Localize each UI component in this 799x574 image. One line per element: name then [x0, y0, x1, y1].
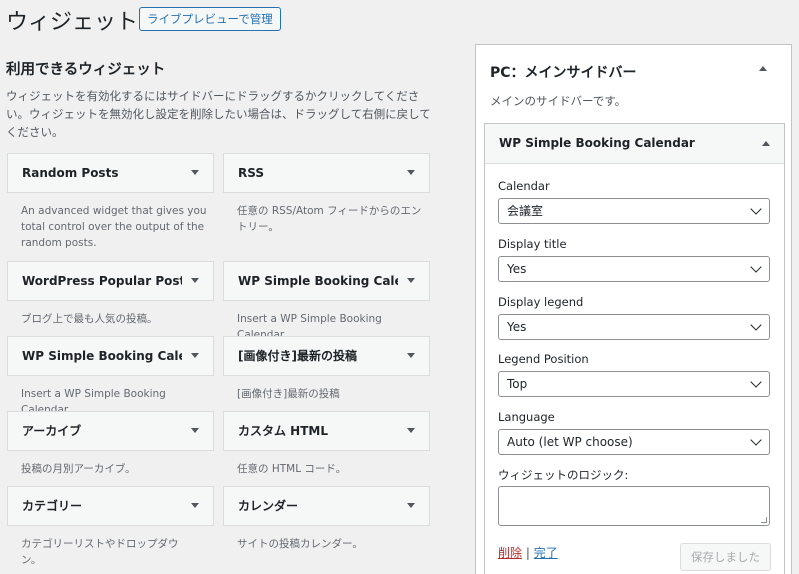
widget-description: An advanced widget that gives you total … [21, 205, 207, 249]
chevron-down-icon [750, 261, 762, 273]
display-title-select-value: Yes [507, 262, 527, 276]
link-separator: | [525, 546, 530, 560]
widget-description: カテゴリーリストやドロップダウン。 [21, 538, 179, 566]
language-label: Language [498, 410, 555, 424]
legend-position-select-value: Top [507, 377, 528, 391]
widget-recent-posts-with-image[interactable]: [画像付き]最新の投稿 [223, 336, 430, 376]
caret-down-icon[interactable] [407, 428, 415, 433]
saved-button[interactable]: 保存しました [680, 543, 771, 571]
live-preview-button[interactable]: ライブプレビューで管理 [139, 7, 281, 31]
widget-title: [画像付き]最新の投稿 [238, 349, 357, 363]
widget-title: カレンダー [238, 499, 299, 513]
widget-random-posts[interactable]: Random Posts [7, 153, 214, 193]
widget-title: WordPress Popular Posts [22, 274, 182, 288]
caret-down-icon[interactable] [191, 503, 199, 508]
widget-calendar[interactable]: カレンダー [223, 486, 430, 526]
widget-archives[interactable]: アーカイブ [7, 411, 214, 451]
done-link[interactable]: 完了 [534, 546, 558, 560]
widget-logic-label: ウィジェットのロジック: [498, 468, 629, 482]
widget-title: アーカイブ [22, 424, 82, 438]
display-title-select[interactable]: Yes [498, 256, 770, 282]
widget-title: RSS [238, 166, 264, 180]
widget-description: ブログ上で最も人気の投稿。 [21, 313, 158, 325]
chevron-down-icon [750, 319, 762, 331]
display-legend-select-value: Yes [507, 320, 527, 334]
delete-link[interactable]: 削除 [498, 546, 522, 560]
chevron-down-icon [750, 376, 762, 388]
widget-title: Random Posts [22, 166, 119, 180]
open-widget-header[interactable]: WP Simple Booking Calendar [485, 124, 784, 164]
calendar-select[interactable]: 会議室 [498, 198, 770, 224]
open-widget-booking-calendar: WP Simple Booking Calendar Calendar 会議室 … [484, 123, 785, 574]
caret-down-icon[interactable] [191, 170, 199, 175]
page-title: ウィジェット [6, 10, 139, 35]
open-widget-title: WP Simple Booking Calendar [499, 136, 695, 150]
caret-down-icon[interactable] [191, 278, 199, 283]
chevron-down-icon [750, 203, 762, 215]
widget-description: 投稿の月別アーカイブ。 [21, 463, 136, 475]
widget-title: WP Simple Booking Cale... [238, 274, 398, 288]
language-select[interactable]: Auto (let WP choose) [498, 429, 770, 455]
calendar-label: Calendar [498, 179, 550, 193]
widget-description: [画像付き]最新の投稿 [237, 388, 340, 400]
resize-handle-icon[interactable] [761, 517, 767, 523]
widget-title: カテゴリー [22, 499, 83, 513]
caret-down-icon[interactable] [407, 170, 415, 175]
available-widgets-description: ウィジェットを有効化するにはサイドバーにドラッグするかクリックしてください。ウィ… [6, 89, 431, 139]
display-legend-label: Display legend [498, 295, 584, 309]
display-title-label: Display title [498, 237, 567, 251]
legend-position-select[interactable]: Top [498, 371, 770, 397]
calendar-select-value: 会議室 [507, 204, 544, 218]
widget-title: カスタム HTML [238, 424, 328, 438]
widget-actions: 削除 | 完了 [498, 544, 558, 561]
caret-down-icon[interactable] [407, 353, 415, 358]
sidebar-title[interactable]: PC：メインサイドバー [490, 62, 637, 82]
widget-wordpress-popular-posts[interactable]: WordPress Popular Posts [7, 261, 214, 301]
caret-down-icon[interactable] [407, 278, 415, 283]
available-widgets-title: 利用できるウィジェット [6, 62, 166, 78]
caret-up-icon[interactable] [762, 141, 770, 146]
widget-description: サイトの投稿カレンダー。 [237, 538, 363, 550]
sidebar-main: PC：メインサイドバー メインのサイドバーです。 WP Simple Booki… [475, 44, 792, 574]
caret-down-icon[interactable] [407, 503, 415, 508]
chevron-down-icon [750, 434, 762, 446]
language-select-value: Auto (let WP choose) [507, 435, 633, 449]
caret-up-icon[interactable] [759, 66, 767, 71]
widget-categories[interactable]: カテゴリー [7, 486, 214, 526]
widget-description: 任意の RSS/Atom フィードからのエントリー。 [237, 205, 422, 233]
widget-wp-simple-booking-calendar[interactable]: WP Simple Booking Cale... [223, 261, 430, 301]
widget-custom-html[interactable]: カスタム HTML [223, 411, 430, 451]
widget-title: WP Simple Booking Cale... [22, 349, 182, 363]
legend-position-label: Legend Position [498, 352, 589, 366]
display-legend-select[interactable]: Yes [498, 314, 770, 340]
caret-down-icon[interactable] [191, 353, 199, 358]
caret-down-icon[interactable] [191, 428, 199, 433]
widget-wp-simple-booking-calendar[interactable]: WP Simple Booking Cale... [7, 336, 214, 376]
widget-rss[interactable]: RSS [223, 153, 430, 193]
sidebar-description: メインのサイドバーです。 [490, 94, 627, 108]
widget-logic-textarea[interactable] [498, 486, 770, 526]
widget-description: 任意の HTML コード。 [237, 463, 347, 475]
